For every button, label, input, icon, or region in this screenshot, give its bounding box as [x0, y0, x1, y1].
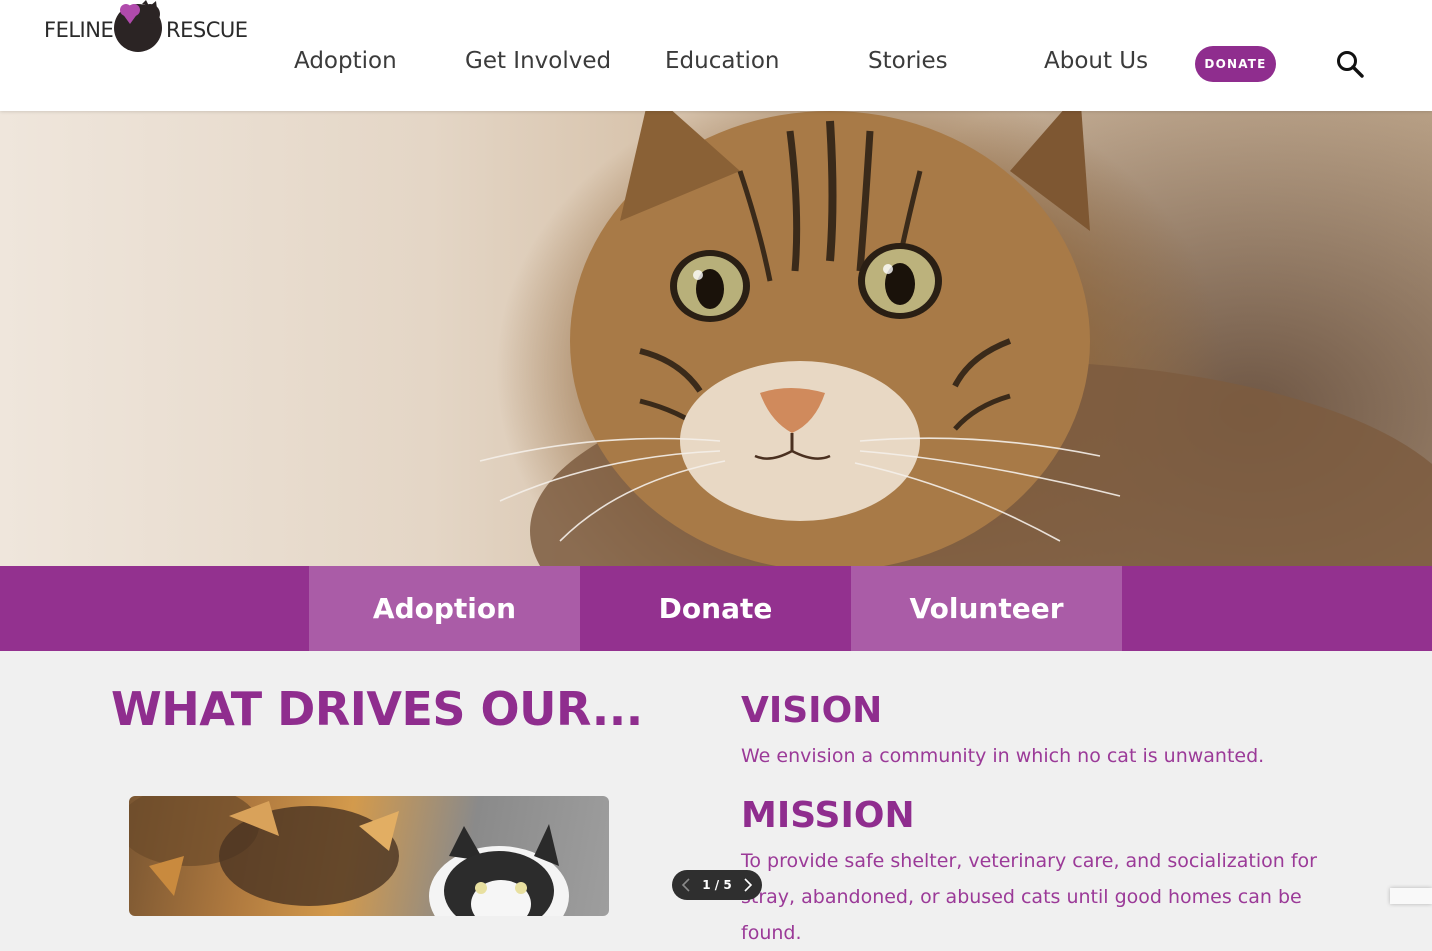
mission-title: MISSION: [741, 795, 915, 836]
site-header: FELINE RESCUE Adoption Get Involved Educ…: [0, 0, 1432, 111]
logo-text-feline: FELINE: [44, 18, 114, 42]
nav-item-adoption[interactable]: Adoption: [294, 48, 397, 74]
slider-pager: 1 / 5: [672, 870, 762, 900]
action-bar: Adoption Donate Volunteer: [0, 566, 1432, 651]
section-heading: WHAT DRIVES OUR...: [111, 682, 643, 736]
recaptcha-badge[interactable]: [1390, 888, 1432, 904]
nav-item-stories[interactable]: Stories: [868, 48, 948, 74]
nav-item-get-involved[interactable]: Get Involved: [465, 48, 611, 74]
chevron-left-icon[interactable]: [680, 878, 692, 892]
mission-text: To provide safe shelter, veterinary care…: [741, 850, 1317, 944]
volunteer-tile[interactable]: Volunteer: [851, 566, 1122, 651]
cat-with-leaves-illustration: [129, 796, 569, 916]
donate-button[interactable]: DONATE: [1195, 46, 1276, 82]
nav-item-about-us[interactable]: About Us: [1044, 48, 1148, 74]
slider-photo[interactable]: [129, 796, 609, 916]
search-icon[interactable]: [1336, 50, 1364, 78]
hero-image: [0, 111, 1432, 566]
nav-item-education[interactable]: Education: [665, 48, 780, 74]
vision-title: VISION: [741, 690, 883, 731]
chevron-right-icon[interactable]: [742, 878, 754, 892]
logo-text-rescue: RESCUE: [166, 18, 248, 42]
slider-counter: 1 / 5: [702, 878, 732, 892]
cat-logo-icon: [114, 0, 162, 52]
donate-tile[interactable]: Donate: [580, 566, 851, 651]
tabby-cat-illustration: [479, 111, 1432, 566]
feline-rescue-logo[interactable]: FELINE RESCUE: [44, 0, 254, 56]
vision-text: We envision a community in which no cat …: [741, 745, 1265, 767]
adoption-tile[interactable]: Adoption: [309, 566, 580, 651]
